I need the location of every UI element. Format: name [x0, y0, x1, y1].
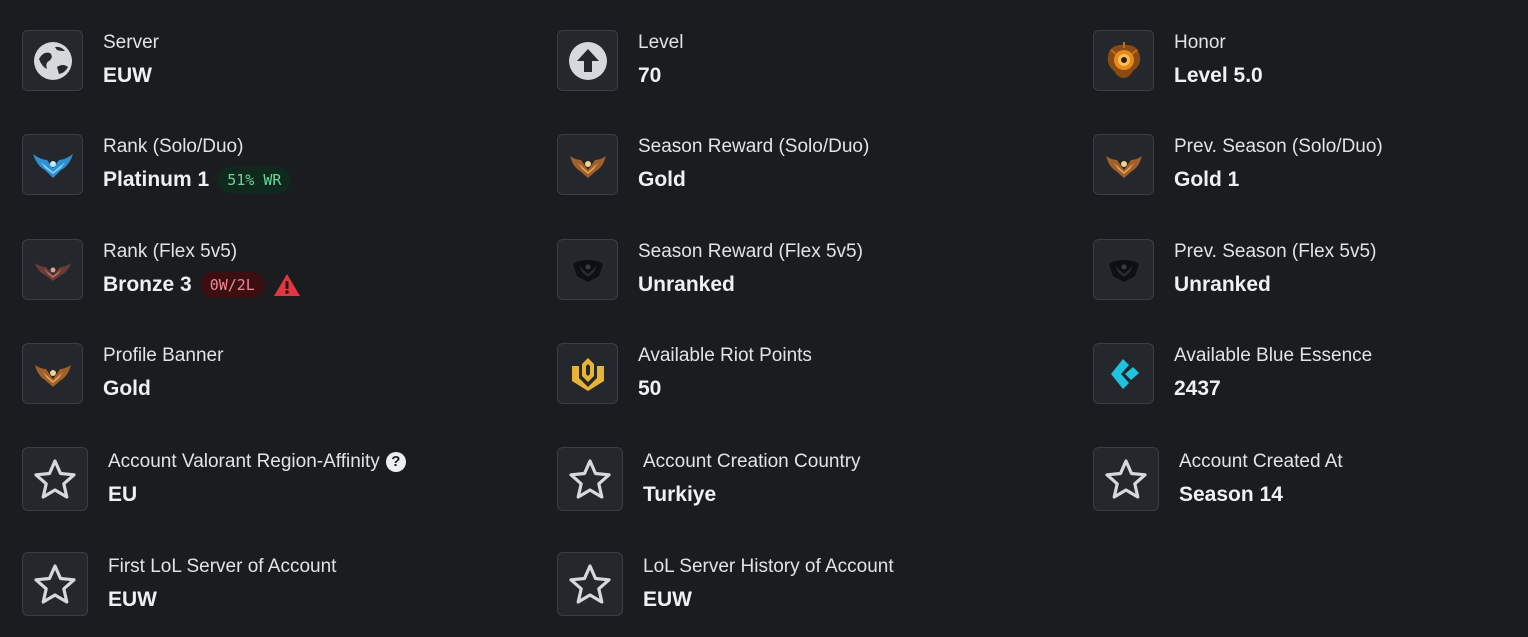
stat-label: Account Created At	[1179, 450, 1343, 472]
stat-value: EU	[108, 482, 138, 506]
stat-value: Unranked	[1174, 273, 1271, 296]
star-icon	[22, 447, 88, 511]
gold-emblem-icon	[22, 343, 83, 404]
stat-server: Server EUW	[22, 30, 159, 91]
star-icon	[557, 447, 623, 511]
riot-points-icon	[557, 343, 618, 404]
stat-value: Level 5.0	[1174, 64, 1263, 87]
stat-label: Account Valorant Region-Affinity	[108, 450, 380, 472]
stat-prev-season-flex: Prev. Season (Flex 5v5) Unranked	[1093, 239, 1376, 300]
stat-label: Available Riot Points	[638, 345, 812, 366]
stat-creation-country: Account Creation Country Turkiye	[557, 447, 861, 511]
stat-value: 70	[638, 64, 662, 87]
stat-riot-points: Available Riot Points 50	[557, 343, 812, 404]
stat-value: EUW	[643, 587, 692, 611]
stat-value: Season 14	[1179, 482, 1283, 506]
gold-emblem-icon	[557, 134, 618, 195]
stat-season-reward-flex: Season Reward (Flex 5v5) Unranked	[557, 239, 863, 300]
star-icon	[557, 552, 623, 616]
stat-label: Honor	[1174, 32, 1226, 53]
stat-label: Prev. Season (Solo/Duo)	[1174, 136, 1383, 157]
stat-value: Platinum 1	[103, 168, 210, 191]
stat-label: First LoL Server of Account	[108, 555, 337, 577]
warning-icon	[273, 273, 301, 297]
globe-icon	[22, 30, 83, 91]
stat-label: Rank (Solo/Duo)	[103, 136, 244, 157]
help-icon[interactable]: ?	[385, 451, 406, 472]
honor-icon	[1093, 30, 1154, 91]
bronze-emblem-icon	[22, 239, 83, 300]
stat-blue-essence: Available Blue Essence 2437	[1093, 343, 1372, 404]
stat-value: EUW	[108, 587, 157, 611]
stat-value: 50	[638, 377, 662, 400]
unranked-emblem-icon	[557, 239, 618, 300]
account-stats-grid: Server EUW Level 70 Honor Level 5.0 Rank…	[0, 0, 1528, 637]
stat-profile-banner: Profile Banner Gold	[22, 343, 223, 404]
stat-label: Season Reward (Flex 5v5)	[638, 241, 863, 262]
stat-label: Season Reward (Solo/Duo)	[638, 136, 870, 157]
stat-label: Profile Banner	[103, 345, 224, 366]
platinum-emblem-icon	[22, 134, 83, 195]
stat-valorant-region: Account Valorant Region-Affinity ? EU	[22, 447, 406, 511]
stat-server-history: LoL Server History of Account EUW	[557, 552, 894, 616]
stat-value: 2437	[1174, 377, 1221, 400]
stat-prev-season-solo: Prev. Season (Solo/Duo) Gold 1	[1093, 134, 1383, 195]
stat-value: Gold	[103, 377, 151, 400]
stat-label: Account Creation Country	[643, 450, 861, 472]
stat-value: Turkiye	[643, 482, 717, 506]
unranked-emblem-icon	[1093, 239, 1154, 300]
gold-emblem-icon	[1093, 134, 1154, 195]
stat-rank-solo: Rank (Solo/Duo) Platinum 1 51% WR	[22, 134, 292, 195]
win-rate-badge: 51% WR	[217, 167, 292, 193]
stat-label: LoL Server History of Account	[643, 555, 894, 577]
stat-created-at: Account Created At Season 14	[1093, 447, 1343, 511]
stat-season-reward-solo: Season Reward (Solo/Duo) Gold	[557, 134, 869, 195]
stat-label: Server	[103, 32, 159, 53]
stat-value: EUW	[103, 64, 152, 87]
stat-label: Prev. Season (Flex 5v5)	[1174, 241, 1377, 262]
stat-label: Level	[638, 32, 684, 53]
stat-label: Available Blue Essence	[1174, 345, 1373, 366]
stat-level: Level 70	[557, 30, 683, 91]
stat-rank-flex: Rank (Flex 5v5) Bronze 3 0W/2L	[22, 239, 301, 300]
blue-essence-icon	[1093, 343, 1154, 404]
star-icon	[1093, 447, 1159, 511]
stat-value: Gold	[638, 168, 686, 191]
stat-value: Unranked	[638, 273, 735, 296]
win-loss-badge: 0W/2L	[199, 272, 265, 298]
stat-first-server: First LoL Server of Account EUW	[22, 552, 336, 616]
stat-honor: Honor Level 5.0	[1093, 30, 1263, 91]
stat-value: Gold 1	[1174, 168, 1240, 191]
star-icon	[22, 552, 88, 616]
stat-label: Rank (Flex 5v5)	[103, 241, 238, 262]
stat-value: Bronze 3	[103, 273, 192, 296]
arrow-up-icon	[557, 30, 618, 91]
